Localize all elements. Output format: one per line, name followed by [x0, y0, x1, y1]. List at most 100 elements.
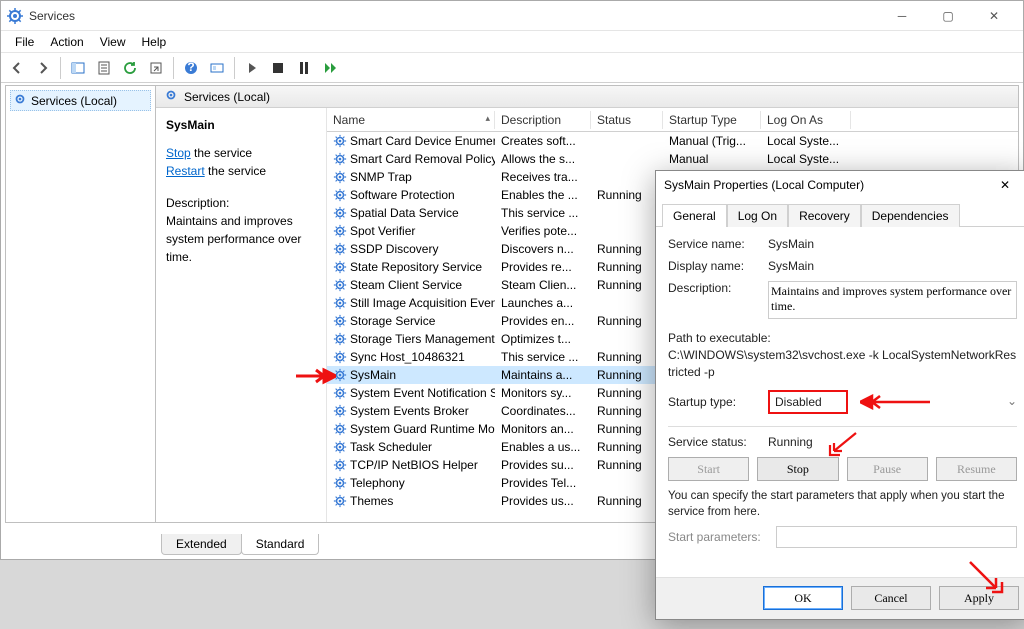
tree-node-services-local[interactable]: Services (Local) [10, 90, 151, 111]
description-text: Maintains and improves system performanc… [166, 212, 316, 266]
refresh-button[interactable] [118, 56, 142, 80]
path-label: Path to executable: [668, 330, 1017, 347]
properties-button[interactable] [92, 56, 116, 80]
cell-status: Running [591, 385, 663, 401]
cell-description: Monitors sy... [495, 385, 591, 401]
cell-name: Sync Host_10486321 [327, 349, 495, 365]
tab-standard[interactable]: Standard [241, 534, 320, 555]
cell-description: Provides Tel... [495, 475, 591, 491]
tab-extended[interactable]: Extended [161, 534, 242, 555]
play-button[interactable] [240, 56, 264, 80]
tree-pane: Services (Local) [6, 86, 156, 522]
ok-button[interactable]: OK [763, 586, 843, 610]
menu-view[interactable]: View [92, 33, 134, 51]
cell-name: Storage Service [327, 313, 495, 329]
restart-toolbar-button[interactable] [318, 56, 342, 80]
cell-name: Smart Card Removal Policy [327, 151, 495, 167]
maximize-button[interactable]: ▢ [925, 2, 971, 30]
export-button[interactable] [144, 56, 168, 80]
table-row[interactable]: Smart Card Device Enumera...Creates soft… [327, 132, 1018, 150]
cell-status [591, 212, 663, 214]
properties-dialog: SysMain Properties (Local Computer) ✕ Ge… [655, 170, 1024, 620]
col-startup-type[interactable]: Startup Type [663, 111, 761, 129]
bottom-tabs: Extended Standard [161, 529, 318, 555]
cell-name: System Events Broker [327, 403, 495, 419]
restart-suffix: the service [205, 164, 266, 178]
cell-description: Enables a us... [495, 439, 591, 455]
service-status-value: Running [768, 435, 813, 449]
cell-description: Optimizes t... [495, 331, 591, 347]
dialog-tabs: General Log On Recovery Dependencies [656, 199, 1024, 227]
selected-service-name: SysMain [166, 116, 316, 134]
cell-logon: Local Syste... [761, 133, 851, 149]
tab-recovery[interactable]: Recovery [788, 204, 861, 227]
cell-description: Maintains a... [495, 367, 591, 383]
cancel-button[interactable]: Cancel [851, 586, 931, 610]
dialog-close-button[interactable]: ✕ [989, 173, 1021, 197]
cell-status [591, 338, 663, 340]
detail-column: SysMain Stop the service Restart the ser… [156, 108, 326, 522]
stop-toolbar-button[interactable] [266, 56, 290, 80]
help-button[interactable]: ? [179, 56, 203, 80]
cell-status [591, 140, 663, 142]
dialog-body: Service name: SysMain Display name: SysM… [656, 227, 1024, 556]
toolbar-extra-button[interactable] [205, 56, 229, 80]
display-name-value: SysMain [768, 259, 1017, 273]
cell-name: TCP/IP NetBIOS Helper [327, 457, 495, 473]
back-button[interactable] [5, 56, 29, 80]
path-value: C:\WINDOWS\system32\svchost.exe -k Local… [668, 347, 1017, 381]
service-name-value: SysMain [768, 237, 1017, 251]
cell-description: Launches a... [495, 295, 591, 311]
col-log-on-as[interactable]: Log On As [761, 111, 851, 129]
cell-status [591, 482, 663, 484]
cell-name: SysMain [327, 367, 495, 383]
cell-status: Running [591, 241, 663, 257]
cell-description: Monitors an... [495, 421, 591, 437]
col-name[interactable]: Name [327, 111, 495, 129]
stop-button[interactable]: Stop [757, 457, 838, 481]
stop-link[interactable]: Stop [166, 146, 191, 160]
window-title: Services [29, 9, 879, 23]
cell-name: Telephony [327, 475, 495, 491]
pane-header: Services (Local) [156, 86, 1018, 108]
cell-name: Storage Tiers Management [327, 331, 495, 347]
column-headers: Name Description Status Startup Type Log… [327, 108, 1018, 132]
cell-status [591, 158, 663, 160]
tree-node-label: Services (Local) [31, 94, 117, 108]
table-row[interactable]: Smart Card Removal PolicyAllows the s...… [327, 150, 1018, 168]
forward-button[interactable] [31, 56, 55, 80]
tab-log-on[interactable]: Log On [727, 204, 788, 227]
cell-startup: Manual (Trig... [663, 133, 761, 149]
col-status[interactable]: Status [591, 111, 663, 129]
close-button[interactable]: ✕ [971, 2, 1017, 30]
menu-file[interactable]: File [7, 33, 42, 51]
services-icon [164, 88, 178, 105]
dialog-description-text[interactable] [768, 281, 1017, 319]
tab-general[interactable]: General [662, 204, 727, 227]
toolbar: ? [1, 53, 1023, 83]
restart-link[interactable]: Restart [166, 164, 205, 178]
dialog-description-label: Description: [668, 281, 768, 295]
cell-status: Running [591, 403, 663, 419]
cell-status: Running [591, 493, 663, 509]
cell-name: SNMP Trap [327, 169, 495, 185]
show-hide-tree-button[interactable] [66, 56, 90, 80]
cell-status [591, 230, 663, 232]
cell-name: Themes [327, 493, 495, 509]
cell-description: Verifies pote... [495, 223, 591, 239]
minimize-button[interactable]: ─ [879, 2, 925, 30]
cell-name: Task Scheduler [327, 439, 495, 455]
services-icon [13, 92, 27, 109]
menu-action[interactable]: Action [42, 33, 91, 51]
start-button: Start [668, 457, 749, 481]
menu-help[interactable]: Help [134, 33, 175, 51]
cell-description: This service ... [495, 205, 591, 221]
tab-dependencies[interactable]: Dependencies [861, 204, 960, 227]
pause-toolbar-button[interactable] [292, 56, 316, 80]
apply-button[interactable]: Apply [939, 586, 1019, 610]
cell-description: Discovers n... [495, 241, 591, 257]
col-description[interactable]: Description [495, 111, 591, 129]
service-name-label: Service name: [668, 237, 768, 251]
cell-description: Coordinates... [495, 403, 591, 419]
cell-description: Receives tra... [495, 169, 591, 185]
